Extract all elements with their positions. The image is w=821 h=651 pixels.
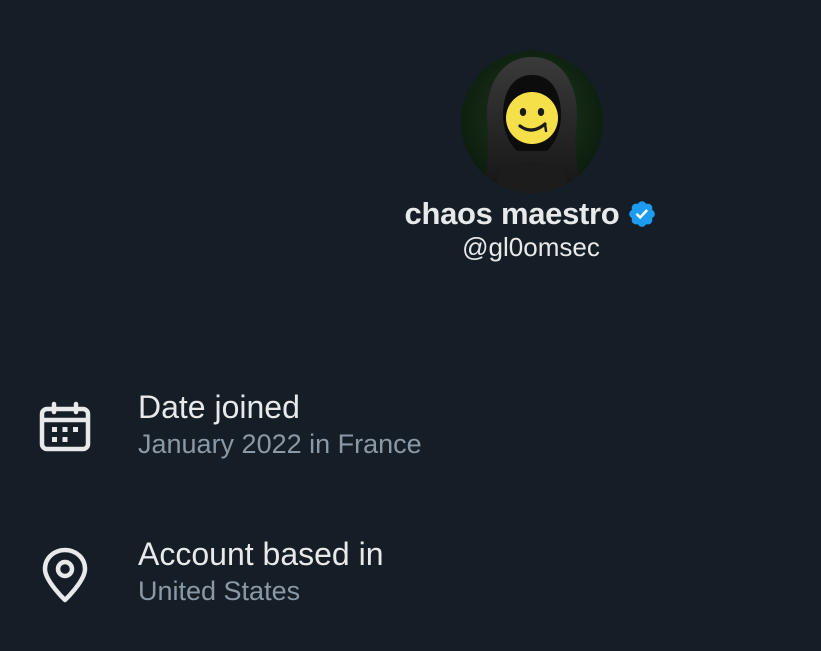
- profile-header: chaos maestro @gl0omsec: [0, 0, 821, 280]
- name-row: chaos maestro: [0, 192, 821, 236]
- account-based-value: United States: [138, 576, 301, 606]
- about-account-page: chaos maestro @gl0omsec Date joined Janu…: [0, 0, 821, 651]
- date-joined-value: January 2022 in France: [138, 429, 422, 459]
- avatar[interactable]: [461, 51, 603, 193]
- location-pin-icon: [36, 546, 94, 604]
- hooded-figure-smiley-avatar-icon: [461, 51, 603, 193]
- profile-handle: @gl0omsec: [462, 232, 600, 262]
- calendar-icon: [36, 399, 94, 457]
- account-based-row: Account based in United States: [0, 532, 821, 632]
- date-joined-title: Date joined: [138, 389, 300, 425]
- date-joined-row: Date joined January 2022 in France: [0, 385, 821, 485]
- account-based-title: Account based in: [138, 536, 384, 572]
- display-name: chaos maestro: [404, 196, 620, 231]
- verified-badge-icon: [627, 199, 657, 229]
